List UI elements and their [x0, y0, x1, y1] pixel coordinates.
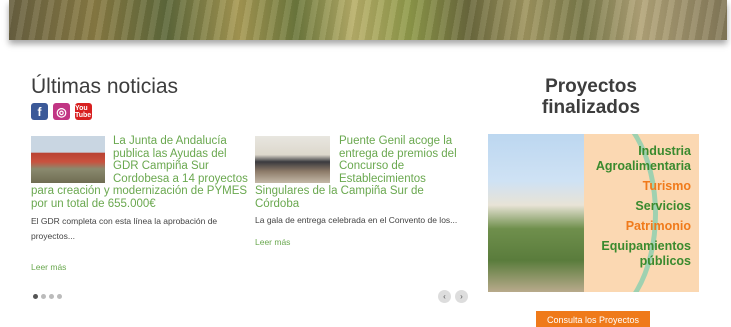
banner-word: Industria: [638, 144, 691, 158]
youtube-icon[interactable]: You Tube: [75, 103, 92, 120]
slider-pagination: [33, 294, 62, 299]
news-summary: El GDR completa con esta línea la aproba…: [31, 216, 218, 241]
banner-word: Turismo: [642, 179, 691, 193]
news-thumbnail-award-ceremony[interactable]: [255, 136, 330, 183]
pagination-dot[interactable]: [49, 294, 54, 299]
read-more-link[interactable]: Leer más: [255, 237, 290, 247]
pagination-dot[interactable]: [57, 294, 62, 299]
facebook-icon[interactable]: f: [31, 103, 48, 120]
pagination-dot[interactable]: [33, 294, 38, 299]
consult-projects-button[interactable]: Consulta los Proyectos: [536, 311, 650, 327]
instagram-icon[interactable]: ◎: [53, 103, 70, 120]
header-banner-image: [9, 0, 727, 40]
projects-section-title: Proyectos finalizados: [541, 76, 641, 118]
next-arrow-icon[interactable]: ›: [455, 290, 468, 303]
read-more-link[interactable]: Leer más: [31, 262, 66, 272]
slider-arrows: ‹ ›: [438, 290, 468, 303]
projects-banner[interactable]: Industria Agroalimentaria Turismo Servic…: [488, 134, 699, 292]
news-summary: La gala de entrega celebrada en el Conve…: [255, 215, 458, 225]
banner-word: Patrimonio: [625, 219, 691, 233]
news-card: La Junta de Andalucía publica las Ayudas…: [31, 135, 249, 244]
banner-word: Servicios: [635, 199, 691, 213]
news-card: Puente Genil acoge la entrega de premios…: [255, 135, 468, 228]
banner-word: Equipamientos: [601, 239, 691, 253]
pagination-dot[interactable]: [41, 294, 46, 299]
prev-arrow-icon[interactable]: ‹: [438, 290, 451, 303]
banner-categories: Industria Agroalimentaria Turismo Servic…: [596, 144, 691, 269]
banner-word: Agroalimentaria: [595, 159, 691, 173]
banner-word: públicos: [639, 254, 691, 268]
news-section-title: Últimas noticias: [31, 75, 179, 98]
social-links: f ◎ You Tube: [31, 103, 92, 120]
news-thumbnail-machinery[interactable]: [31, 136, 105, 183]
